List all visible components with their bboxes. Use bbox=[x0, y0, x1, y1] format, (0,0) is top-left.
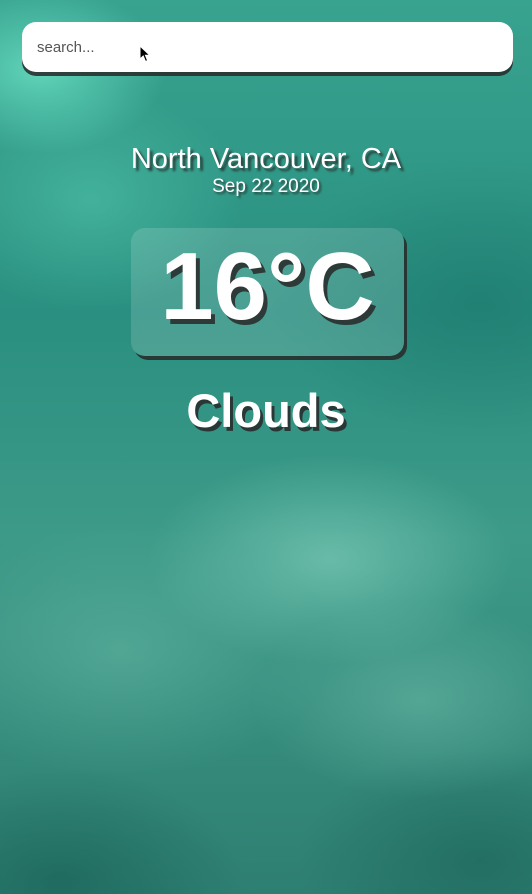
location-label: North Vancouver, CA bbox=[130, 143, 402, 175]
temperature-value: 16°C bbox=[160, 233, 375, 340]
background-image bbox=[0, 0, 532, 894]
search-bar[interactable] bbox=[22, 22, 513, 72]
temperature-card: 16°C bbox=[131, 228, 404, 356]
weather-condition: Clouds bbox=[186, 384, 346, 437]
search-input[interactable] bbox=[22, 22, 513, 72]
date-label: Sep 22 2020 bbox=[212, 176, 320, 197]
mouse-pointer-icon bbox=[139, 45, 151, 63]
